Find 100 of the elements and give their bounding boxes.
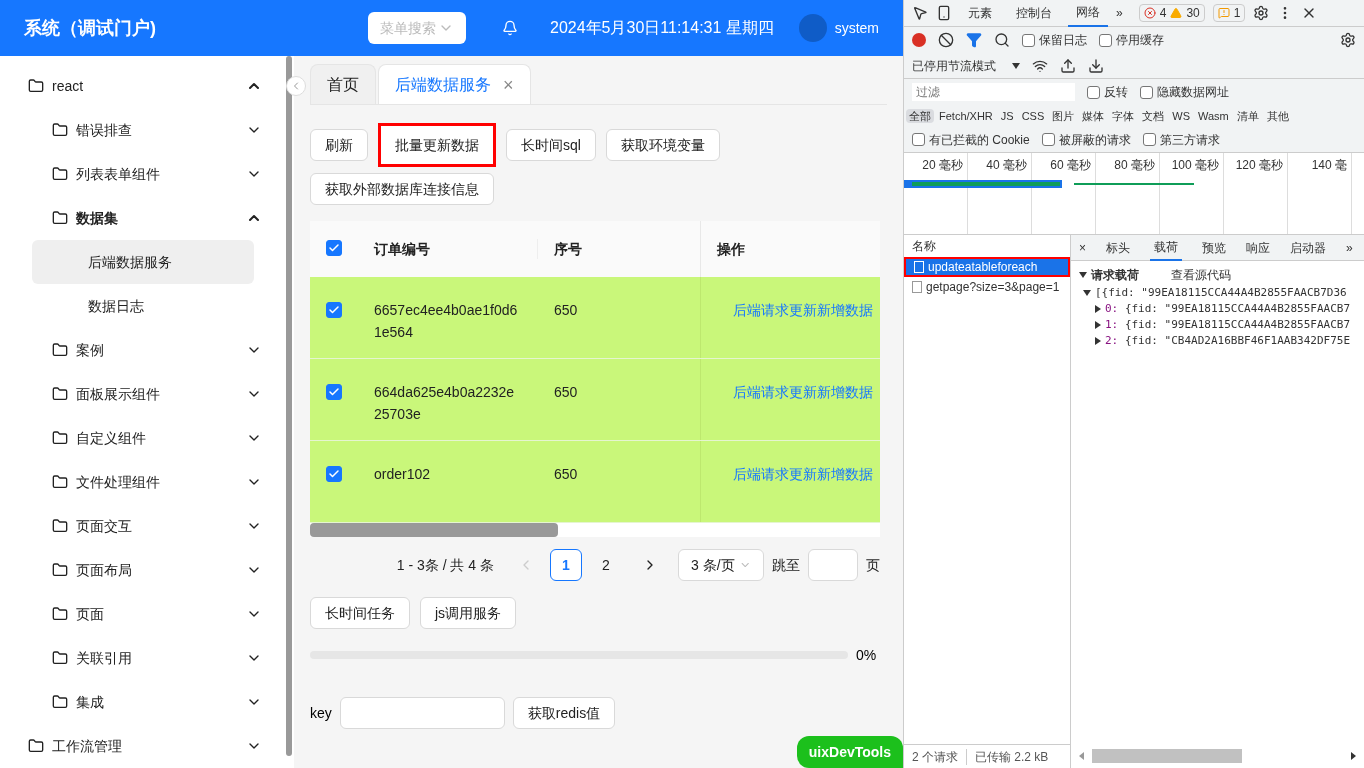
type-filter[interactable]: 全部 bbox=[906, 108, 934, 124]
table-cell-text: 6657ec4ee4b0ae1f0d6 1e564 bbox=[373, 301, 519, 342]
jump-label: 跳至 bbox=[772, 556, 800, 575]
check-label: 隐藏数据网址 bbox=[1157, 84, 1229, 100]
type-filter[interactable]: WS bbox=[1169, 108, 1193, 124]
table-cell-text: 650 bbox=[553, 301, 579, 320]
issues-badge[interactable]: 1 bbox=[1212, 4, 1246, 22]
detail-tab[interactable]: 响应 bbox=[1246, 234, 1270, 261]
action-button[interactable]: 获取环境变量 bbox=[605, 129, 720, 161]
action-link[interactable]: 后端请求更新新增数据 bbox=[733, 302, 873, 318]
username: system bbox=[834, 19, 879, 38]
action-button[interactable]: 长时间sql bbox=[506, 129, 596, 161]
menu-item[interactable]: 页面布局 bbox=[0, 548, 286, 592]
type-filter[interactable]: Wasm bbox=[1195, 108, 1232, 124]
menu-item[interactable]: 面板展示组件 bbox=[0, 372, 286, 416]
payload-item[interactable]: 0: {fid: "99EA18115CCA44A4B2855FAACB7 bbox=[1105, 301, 1351, 317]
time-tick: 140 毫 bbox=[1311, 158, 1347, 172]
page-tab[interactable]: 后端数据服务 × bbox=[378, 64, 531, 104]
check-label: 停用缓存 bbox=[1116, 32, 1164, 48]
time-tick: 40 毫秒 bbox=[986, 158, 1027, 172]
payload-item[interactable]: 1: {fid: "99EA18115CCA44A4B2855FAACB7 bbox=[1105, 317, 1351, 333]
filter-field[interactable]: 过滤 bbox=[912, 83, 1075, 101]
datetime: 2024年5月30日11:14:31 星期四 bbox=[550, 18, 774, 38]
detail-tab[interactable]: 载荷 bbox=[1150, 234, 1182, 261]
column-header: 订单编号 bbox=[358, 239, 538, 259]
type-filter[interactable]: 字体 bbox=[1109, 108, 1138, 124]
menu-item[interactable]: 后端数据服务 bbox=[32, 240, 254, 284]
action-button[interactable]: 刷新 bbox=[310, 129, 368, 161]
time-tick: 100 毫秒 bbox=[1171, 158, 1219, 172]
menu-item[interactable]: 集成 bbox=[0, 680, 286, 724]
menu-item[interactable]: 页面交互 bbox=[0, 504, 286, 548]
close-button[interactable]: × bbox=[1079, 239, 1086, 256]
check-label: 反转 bbox=[1104, 84, 1128, 100]
table-cell-text: 650 bbox=[553, 465, 579, 484]
page-tab[interactable]: 首页 bbox=[310, 64, 376, 104]
type-filter[interactable]: 文档 bbox=[1139, 108, 1168, 124]
request-row[interactable]: getpage?size=3&page=1 bbox=[904, 277, 1070, 297]
menu-item[interactable]: 案例 bbox=[0, 328, 286, 372]
table-cell-text: 664da625e4b0a2232e 25703e bbox=[373, 383, 516, 424]
type-filter[interactable]: JS bbox=[997, 108, 1017, 124]
table-row[interactable]: order102 650 后端请求更新新增数据 bbox=[310, 441, 880, 523]
check-label: 有已拦截的 Cookie bbox=[929, 131, 1030, 148]
check-label: 保留日志 bbox=[1039, 32, 1087, 48]
menu-item[interactable]: 页面 bbox=[0, 592, 286, 636]
page-size-select[interactable]: 3 条/页 bbox=[678, 549, 764, 581]
page-button[interactable]: 1 bbox=[550, 549, 582, 581]
throttle-select[interactable]: 已停用节流模式 bbox=[912, 57, 1020, 74]
type-filter[interactable]: Fetch/XHR bbox=[936, 108, 996, 124]
app-title: 系统（调试门户) bbox=[24, 17, 157, 40]
payload-item[interactable]: 2: {fid: "CB4AD2A16BBF46F1AAB342DF75E bbox=[1105, 333, 1351, 349]
menu-item[interactable]: 错误排查 bbox=[0, 108, 286, 152]
menu-item[interactable]: 数据集 bbox=[0, 196, 286, 240]
devtools-tab[interactable]: 元素 bbox=[960, 0, 1000, 27]
error-badge[interactable]: 4 30 bbox=[1138, 4, 1205, 22]
view-source-link[interactable]: 查看源代码 bbox=[1171, 267, 1231, 283]
payload-root[interactable]: [{fid: "99EA18115CCA44A4B2855FAACB7D36 bbox=[1095, 285, 1347, 301]
page-button[interactable]: 2 bbox=[590, 549, 622, 581]
menu-item[interactable]: 文件处理组件 bbox=[0, 460, 286, 504]
check-label: 第三方请求 bbox=[1159, 131, 1220, 148]
close-button[interactable]: × bbox=[503, 70, 514, 99]
request-row[interactable]: updateatableforeach bbox=[904, 257, 1070, 277]
section-title[interactable]: 请求载荷 bbox=[1091, 267, 1139, 283]
more-tabs[interactable]: » bbox=[1346, 239, 1353, 256]
action-link[interactable]: 后端请求更新新增数据 bbox=[733, 384, 873, 400]
menu-item[interactable]: 工作流管理 bbox=[0, 724, 286, 768]
table-row[interactable]: 6657ec4ee4b0ae1f0d6 1e564 650 后端请求更新新增数据 bbox=[310, 277, 880, 359]
type-filter[interactable]: 清单 bbox=[1233, 108, 1262, 124]
type-filter[interactable]: 图片 bbox=[1049, 108, 1078, 124]
action-button[interactable]: 长时间任务 bbox=[310, 597, 410, 629]
menu-item[interactable]: 列表表单组件 bbox=[0, 152, 286, 196]
column-header: 名称 bbox=[911, 238, 937, 255]
table-cell-text: 650 bbox=[553, 383, 579, 402]
time-tick: 80 毫秒 bbox=[1114, 158, 1155, 172]
type-filter[interactable]: CSS bbox=[1018, 108, 1048, 124]
menu-item[interactable]: 关联引用 bbox=[0, 636, 286, 680]
type-filter[interactable]: 其他 bbox=[1263, 108, 1292, 124]
progress-reading: 0% bbox=[856, 646, 878, 665]
page-summary: 1 - 3条 / 共 4 条 bbox=[396, 556, 494, 575]
status-text: 2 个请求 bbox=[912, 748, 958, 765]
table-row[interactable]: 664da625e4b0a2232e 25703e 650 后端请求更新新增数据 bbox=[310, 359, 880, 441]
menu-item[interactable]: 数据日志 bbox=[0, 284, 286, 328]
action-button[interactable]: 批量更新数据 bbox=[378, 123, 496, 167]
more-tabs[interactable]: » bbox=[1116, 5, 1123, 21]
column-header: 序号 bbox=[553, 240, 583, 259]
check-label: 被屏蔽的请求 bbox=[1058, 131, 1131, 148]
action-button[interactable]: js调用服务 bbox=[420, 597, 517, 629]
detail-tab[interactable]: 启动器 bbox=[1290, 234, 1326, 261]
action-button[interactable]: 获取redis值 bbox=[512, 697, 616, 729]
type-filter[interactable]: 媒体 bbox=[1079, 108, 1108, 124]
devtools-tab[interactable]: 控制台 bbox=[1008, 0, 1060, 27]
menu-item[interactable]: 自定义组件 bbox=[0, 416, 286, 460]
table-cell-text: order102 bbox=[373, 465, 432, 484]
key-label: key bbox=[310, 704, 332, 723]
action-link[interactable]: 后端请求更新新增数据 bbox=[733, 466, 873, 482]
time-tick: 20 毫秒 bbox=[922, 158, 963, 172]
action-button[interactable]: 获取外部数据库连接信息 bbox=[310, 173, 494, 205]
time-tick: 60 毫秒 bbox=[1050, 158, 1091, 172]
menu-item[interactable]: react bbox=[0, 64, 286, 108]
detail-tab[interactable]: 预览 bbox=[1202, 234, 1226, 261]
detail-tab[interactable]: 标头 bbox=[1106, 234, 1130, 261]
